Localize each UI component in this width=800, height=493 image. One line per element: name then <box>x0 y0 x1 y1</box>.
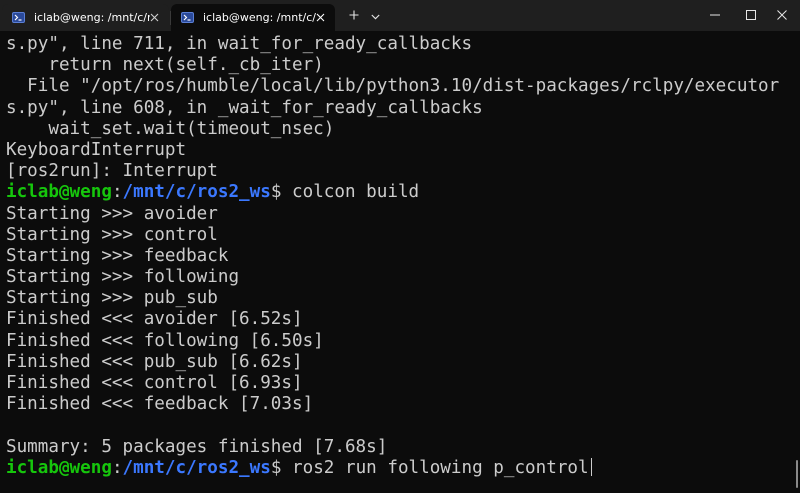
build-line: Starting >>> following <box>6 267 240 288</box>
terminal-line: KeyboardInterrupt <box>6 139 187 160</box>
close-icon <box>777 7 787 25</box>
linux-shell-icon <box>12 12 25 23</box>
build-line: Finished <<< avoider [6.52s] <box>6 309 303 330</box>
terminal-line: File "/opt/ros/humble/local/lib/python3.… <box>6 76 780 97</box>
tab-2-active[interactable]: iclab@weng: /mnt/c/ros2_ws <box>171 4 335 31</box>
terminal-line: s.py", line 711, in wait_for_ready_callb… <box>6 34 473 54</box>
tab-close-icon[interactable] <box>150 11 160 25</box>
prompt-line: iclab@weng:/mnt/c/ros2_ws$ colcon build <box>6 182 796 203</box>
plus-icon <box>349 7 359 25</box>
prompt-colon: : <box>111 182 123 203</box>
build-line: Finished <<< pub_sub [6.62s] <box>6 351 303 372</box>
tab-1[interactable]: iclab@weng: /mnt/c/ros2_ws <box>2 4 169 31</box>
tab-close-icon[interactable] <box>316 11 326 25</box>
build-line: Starting >>> avoider <box>6 203 218 224</box>
prompt-colon: : <box>111 457 123 478</box>
prompt-command: ros2 run following p_control <box>292 457 589 478</box>
build-line: Finished <<< following [6.50s] <box>6 330 324 351</box>
build-line-blank <box>6 415 796 436</box>
tab-title: iclab@weng: /mnt/c/ros2_ws <box>203 11 316 24</box>
terminal-line: s.py", line 608, in _wait_for_ready_call… <box>6 97 483 118</box>
chevron-down-icon <box>370 7 380 25</box>
scrollbar-thumb[interactable] <box>796 460 798 488</box>
text-cursor <box>590 457 592 476</box>
tab-title: iclab@weng: /mnt/c/ros2_ws <box>34 11 150 24</box>
prompt-line: iclab@weng:/mnt/c/ros2_ws$ ros2 run foll… <box>6 457 796 479</box>
terminal-line: [ros2run]: Interrupt <box>6 161 218 182</box>
new-tab-button[interactable] <box>344 4 364 28</box>
prompt-dollar: $ <box>270 457 293 478</box>
prompt-user: iclab@weng <box>6 457 112 478</box>
minimize-icon <box>710 7 720 25</box>
title-bar[interactable]: iclab@weng: /mnt/c/ros2_ws iclab@weng: /… <box>0 0 800 31</box>
prompt-path: /mnt/c/ros2_ws <box>122 182 271 203</box>
terminal-line: return next(self._cb_iter) <box>6 55 324 76</box>
build-line: Starting >>> pub_sub <box>6 288 218 309</box>
build-summary-line: Summary: 5 packages finished [7.68s] <box>6 436 388 457</box>
tab-dropdown-button[interactable] <box>366 4 384 28</box>
terminal-window: iclab@weng: /mnt/c/ros2_ws iclab@weng: /… <box>0 0 800 493</box>
build-line: Starting >>> feedback <box>6 245 229 266</box>
build-line: Finished <<< feedback [7.03s] <box>6 394 314 415</box>
build-line: Finished <<< control [6.93s] <box>6 373 303 393</box>
linux-shell-icon <box>181 12 194 23</box>
terminal-output[interactable]: s.py", line 711, in wait_for_ready_callb… <box>0 32 800 493</box>
prompt-dollar: $ <box>270 182 293 203</box>
prompt-path: /mnt/c/ros2_ws <box>122 457 271 478</box>
prompt-command: colcon build <box>292 182 420 203</box>
maximize-icon <box>746 7 756 25</box>
build-line: Starting >>> control <box>6 224 218 245</box>
terminal-lines: s.py", line 711, in wait_for_ready_callb… <box>6 34 796 479</box>
prompt-user: iclab@weng <box>6 182 112 203</box>
close-window-button[interactable] <box>764 0 800 31</box>
terminal-line: wait_set.wait(timeout_nsec) <box>6 118 335 139</box>
